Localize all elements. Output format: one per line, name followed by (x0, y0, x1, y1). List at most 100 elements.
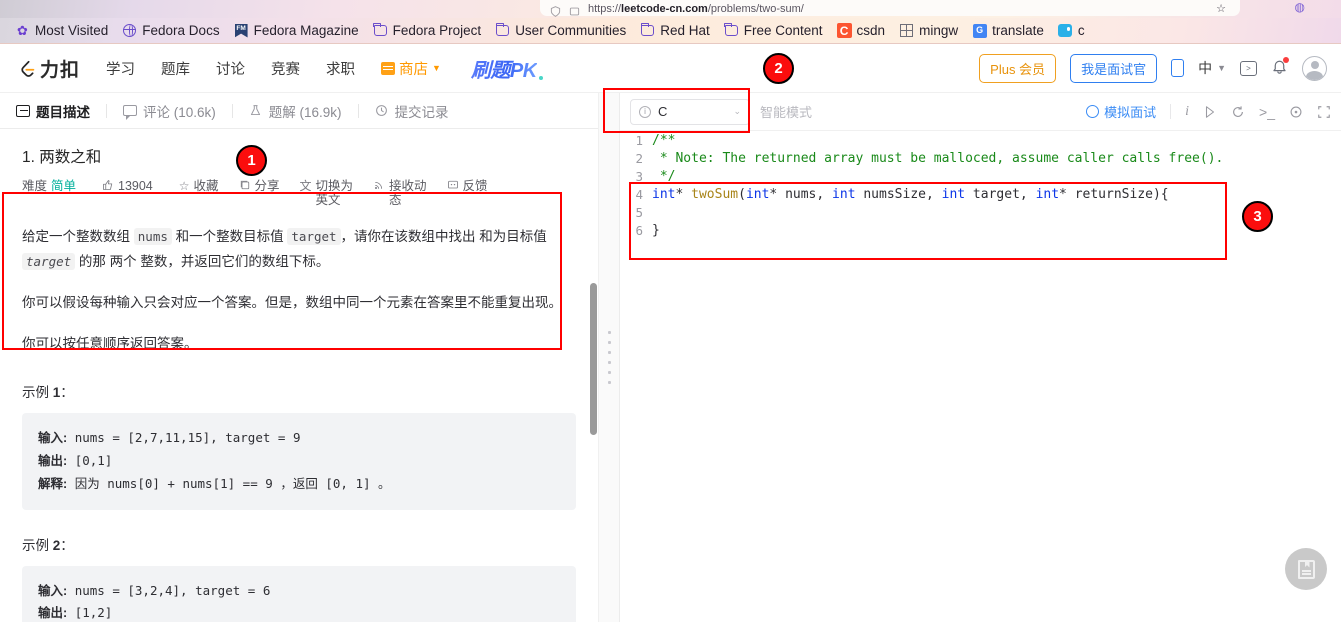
page-info-icon[interactable] (569, 4, 580, 16)
code-text[interactable]: * Note: The returned array must be mallo… (652, 151, 1224, 166)
pk-logo[interactable]: 刷题PK (471, 54, 543, 83)
switch-language-label: 切换为英文 (315, 179, 354, 207)
like-button[interactable]: 13904 (102, 179, 153, 194)
info-icon: i (639, 105, 651, 118)
bookmark-c[interactable]: c (1051, 21, 1092, 40)
urlbar-strip: https://leetcode-cn.com/problems/two-sum… (0, 0, 1341, 18)
example-line-label: 输出: (38, 606, 68, 621)
bookmark-label: mingw (919, 23, 959, 38)
bookmark-fedora-project[interactable]: Fedora Project (366, 21, 489, 40)
difficulty-value: 简单 (51, 179, 77, 193)
code-text[interactable]: } (652, 223, 660, 238)
nav-link-shop[interactable]: 商店 ▼ (381, 58, 441, 79)
code-editor[interactable]: 1/** 2 * Note: The returned array must be… (620, 131, 1341, 622)
code-text[interactable]: */ (652, 169, 676, 184)
grid-icon (899, 23, 914, 38)
bookmark-fedora-magazine[interactable]: FM Fedora Magazine (227, 21, 366, 40)
address-bar[interactable]: https://leetcode-cn.com/problems/two-sum… (540, 0, 1240, 17)
mobile-app-icon[interactable] (1171, 59, 1185, 77)
mock-interview-button[interactable]: 模拟面试 (1086, 102, 1156, 121)
favorite-button[interactable]: ☆ 收藏 (179, 179, 219, 193)
nav-link-problems[interactable]: 题库 (161, 58, 190, 79)
clock-icon (375, 104, 389, 118)
feedback-button[interactable]: 反馈 (447, 179, 488, 194)
line-number: 1 (635, 132, 643, 148)
description-paragraph: 你可以假设每种输入只会对应一个答案。但是，数组中同一个元素在答案里不能重复出现。 (22, 294, 562, 310)
bookmark-label: Most Visited (35, 23, 109, 38)
chat-icon (1058, 23, 1073, 38)
tab-comments[interactable]: 评论 (10.6k) (107, 93, 232, 129)
annotation-badge-1: 1 (236, 145, 267, 176)
bookmark-label: csdn (856, 23, 886, 38)
line-number: 5 (635, 204, 643, 220)
folder-icon (495, 22, 510, 38)
annotation-badge-2: 2 (763, 53, 794, 84)
line-number: 3 (635, 168, 643, 184)
example-line: 输出: [0,1] (38, 452, 113, 468)
example-line: 输入: nums = [2,7,11,15], target = 9 (38, 429, 301, 445)
folder-icon (640, 22, 655, 38)
code-line: 4 int* twoSum(int* nums, int numsSize, in… (620, 185, 1341, 203)
nav-link-jobs[interactable]: 求职 (326, 58, 355, 79)
language-switcher[interactable]: 中 ▼ (1198, 58, 1226, 78)
tab-submissions[interactable]: 提交记录 (359, 93, 465, 129)
run-icon[interactable] (1203, 105, 1217, 119)
chevron-down-icon: ⌄ (733, 106, 741, 116)
nav-link-study[interactable]: 学习 (106, 58, 135, 79)
console-icon[interactable]: >_ (1259, 104, 1275, 120)
bookmark-red-hat[interactable]: Red Hat (633, 21, 717, 40)
example-line-label: 输入: (38, 430, 68, 445)
inline-code: nums (133, 228, 172, 245)
smart-mode-toggle[interactable]: 智能模式 (760, 102, 812, 121)
nav-link-discuss[interactable]: 讨论 (216, 58, 245, 79)
example-line: 解释: 因为 nums[0] + nums[1] == 9 ，返回 [0, 1]… (38, 475, 391, 491)
share-button[interactable]: 分享 (239, 179, 280, 194)
language-select[interactable]: i C ⌄ (630, 98, 750, 125)
book-icon (1297, 559, 1315, 579)
bookmark-translate[interactable]: G translate (965, 21, 1051, 40)
notification-dot (1283, 57, 1289, 63)
bookmark-csdn[interactable]: C csdn (830, 21, 893, 40)
avatar[interactable] (1302, 55, 1327, 81)
code-line: 3 */ (620, 167, 1341, 185)
fullscreen-icon[interactable] (1317, 105, 1331, 119)
subscribe-button[interactable]: 接收动态 (373, 179, 427, 207)
left-scrollbar-thumb[interactable] (590, 283, 597, 435)
code-text[interactable]: int* twoSum(int* nums, int numsSize, int… (652, 187, 1169, 202)
nav-link-contest[interactable]: 竞赛 (271, 58, 300, 79)
bookmark-user-communities[interactable]: User Communities (488, 21, 633, 40)
left-scrollbar-track[interactable] (589, 129, 598, 622)
description-paragraph: 你可以按任意顺序返回答案。 (22, 335, 198, 351)
tab-description[interactable]: 题目描述 (0, 93, 106, 129)
plus-member-button[interactable]: Plus 会员 (979, 53, 1057, 83)
code-editor-pane: i C ⌄ 智能模式 模拟面试 i >_ 1 /** 2 * Note: The… (620, 93, 1341, 622)
code-text[interactable]: /** (652, 133, 675, 148)
pane-splitter[interactable] (598, 93, 620, 622)
shield-icon (550, 4, 561, 17)
notification-bell-icon[interactable] (1271, 57, 1289, 79)
csdn-icon: C (836, 23, 852, 38)
code-line: 1 /** (620, 131, 1341, 149)
description-paragraph: 给定一个整数数组 nums 和一个整数目标值 target ，请你在该数组中找出 … (22, 228, 547, 270)
bookmark-fedora-docs[interactable]: Fedora Docs (115, 21, 226, 40)
leetcode-logo[interactable]: 力扣 (18, 55, 80, 82)
settings-icon[interactable] (1289, 105, 1303, 119)
reset-icon[interactable] (1231, 105, 1245, 119)
example-line: 输出: [1,2] (38, 605, 113, 621)
terminal-add-icon[interactable]: > (1240, 60, 1257, 76)
interviewer-button[interactable]: 我是面试官 (1070, 53, 1158, 83)
tab-solutions[interactable]: 题解 (16.9k) (233, 93, 358, 129)
switch-language-button[interactable]: 文 切换为英文 (300, 179, 354, 207)
chevron-down-icon: ▼ (1217, 63, 1226, 73)
fedora-magazine-icon: FM (234, 23, 249, 38)
bookmark-mingw[interactable]: mingw (892, 21, 965, 40)
bookmark-most-visited[interactable]: ✿ Most Visited (8, 21, 115, 40)
bookmark-free-content[interactable]: Free Content (717, 21, 830, 40)
problem-content-scroll[interactable]: 1. 两数之和 难度 简单 13904 ☆ 收藏 分享 文 切换为英文 接收动态… (0, 129, 598, 622)
notebook-button[interactable] (1285, 548, 1327, 590)
profile-icon[interactable]: ◍ (1295, 0, 1305, 14)
info-icon[interactable]: i (1185, 104, 1189, 120)
bookmark-star-icon[interactable]: ☆ (1216, 2, 1226, 15)
feedback-label: 反馈 (462, 179, 488, 193)
bookmark-label: translate (992, 23, 1044, 38)
